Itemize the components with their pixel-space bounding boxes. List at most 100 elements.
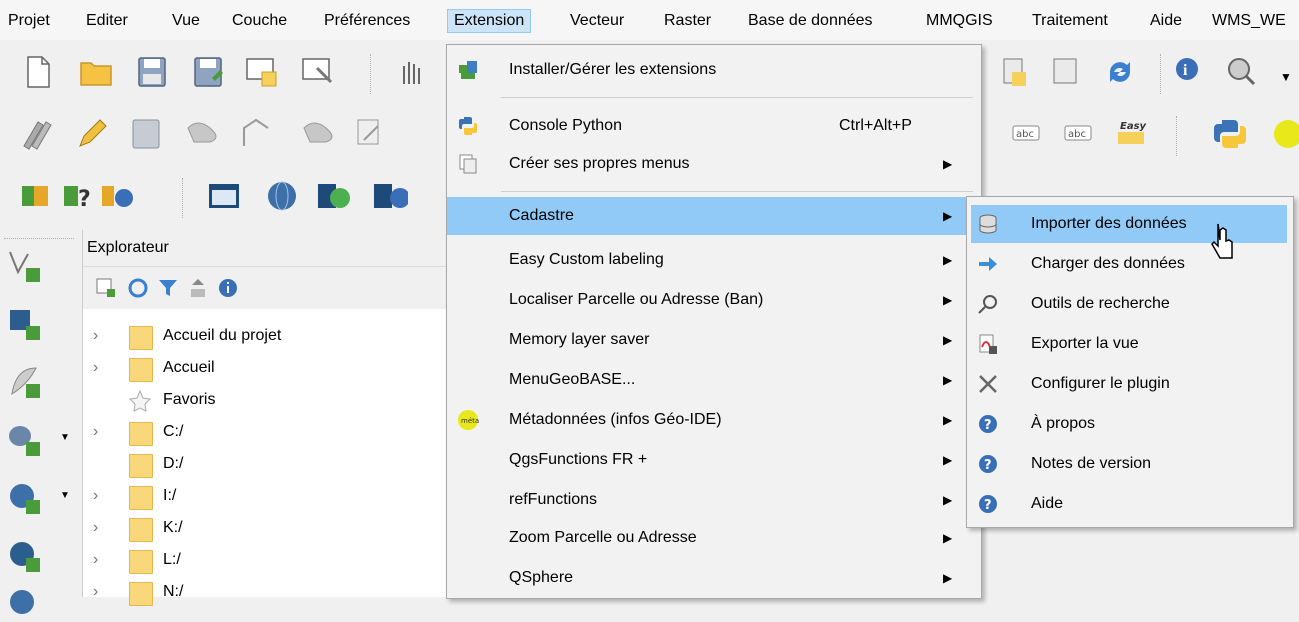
- globe-icon[interactable]: [264, 178, 300, 214]
- new-print-layout-icon[interactable]: [244, 54, 280, 90]
- label-tool-icon[interactable]: abc: [1010, 116, 1046, 152]
- menu-projet[interactable]: Projet: [8, 10, 50, 32]
- chevron-down-icon[interactable]: ▼: [1280, 70, 1292, 84]
- menu-item-easy-custom-labeling[interactable]: Easy Custom labeling ▶: [447, 241, 979, 279]
- filter-icon[interactable]: [157, 277, 179, 299]
- submenu-item-charger-des-données[interactable]: Charger des données: [971, 245, 1287, 283]
- submenu-item-à-propos[interactable]: ? À propos: [971, 405, 1287, 443]
- chevron-right-icon[interactable]: ›: [93, 544, 98, 576]
- menu-item-reffunctions[interactable]: refFunctions ▶: [447, 481, 979, 519]
- menu-item-memory-layer-saver[interactable]: Memory layer saver ▶: [447, 321, 979, 359]
- easy-label-icon[interactable]: Easy: [1114, 116, 1150, 152]
- menu-editer[interactable]: Editer: [86, 10, 128, 32]
- info-tool-icon[interactable]: i: [1172, 54, 1208, 90]
- add-wms-layer-icon[interactable]: [6, 480, 46, 516]
- map-tips-icon[interactable]: [1050, 54, 1086, 90]
- menu-traitement[interactable]: Traitement: [1032, 10, 1108, 32]
- tree-item[interactable]: Favoris: [83, 384, 449, 416]
- tree-item[interactable]: › Accueil: [83, 352, 449, 384]
- tree-item[interactable]: › L:/: [83, 544, 449, 576]
- table-icon[interactable]: [206, 178, 242, 214]
- pencil-icon[interactable]: [72, 116, 108, 152]
- vertex-tool-icon[interactable]: [238, 116, 274, 152]
- menu-item-qsphere[interactable]: QSphere ▶: [447, 559, 979, 597]
- refresh-icon[interactable]: [1102, 54, 1138, 90]
- menu-item-cr-er-ses-propres-menus[interactable]: Créer ses propres menus ▶: [447, 145, 979, 183]
- menu-item-cadastre[interactable]: Cadastre ▶: [447, 197, 979, 235]
- menu-mmqgis[interactable]: MMQGIS: [926, 10, 993, 32]
- plugin-info-icon[interactable]: [100, 178, 136, 214]
- add-wfs-layer-icon[interactable]: [6, 538, 46, 574]
- chevron-right-icon[interactable]: ›: [93, 480, 98, 512]
- chevron-right-icon[interactable]: ›: [93, 416, 98, 448]
- add-wcs-layer-icon[interactable]: [6, 586, 46, 622]
- edit-tools-icon[interactable]: [18, 116, 54, 152]
- identify-icon[interactable]: [1000, 54, 1036, 90]
- chevron-right-icon[interactable]: ›: [93, 576, 98, 608]
- submenu-arrow-icon: ▶: [943, 293, 953, 307]
- move-feature-icon[interactable]: [300, 116, 336, 152]
- submenu-item-aide[interactable]: ? Aide: [971, 485, 1287, 523]
- menu-item-menugeobase[interactable]: MenuGeoBASE... ▶: [447, 361, 979, 399]
- info-icon[interactable]: [217, 277, 239, 299]
- save-edits-icon[interactable]: [128, 116, 164, 152]
- menu-couche[interactable]: Couche: [232, 10, 287, 32]
- save-as-icon[interactable]: [190, 54, 226, 90]
- menu-item-qgsfunctions-fr[interactable]: QgsFunctions FR + ▶: [447, 441, 979, 479]
- submenu-item-label: Notes de version: [1031, 455, 1152, 472]
- python-console-icon[interactable]: [1212, 116, 1248, 152]
- pan-map-icon[interactable]: [392, 54, 428, 90]
- plugin-icon[interactable]: [20, 178, 56, 214]
- menu-vecteur[interactable]: Vecteur: [570, 10, 624, 32]
- refresh-icon[interactable]: [127, 277, 149, 299]
- new-project-icon[interactable]: [20, 54, 56, 90]
- layout-manager-icon[interactable]: [300, 54, 336, 90]
- delete-selected-icon[interactable]: [354, 116, 390, 152]
- menu-pr-f-rences[interactable]: Préférences: [324, 10, 410, 32]
- check-layer-icon[interactable]: [316, 178, 352, 214]
- submenu-item-label: Outils de recherche: [1031, 295, 1170, 312]
- menu-extension[interactable]: Extension: [447, 9, 532, 33]
- menu-vue[interactable]: Vue: [172, 10, 200, 32]
- tree-item[interactable]: › N:/: [83, 576, 449, 608]
- plugin-help-icon[interactable]: ?: [62, 178, 98, 214]
- menu-item-zoom-parcelle-ou-adresse[interactable]: Zoom Parcelle ou Adresse ▶: [447, 519, 979, 557]
- menu-item-label: Zoom Parcelle ou Adresse: [509, 529, 697, 546]
- tree-item[interactable]: › Accueil du projet: [83, 320, 449, 352]
- search-tool-icon[interactable]: [1224, 54, 1260, 90]
- chevron-right-icon[interactable]: ›: [93, 320, 98, 352]
- menu-wms-we[interactable]: WMS_WE: [1212, 10, 1286, 32]
- submenu-item-exporter-la-vue[interactable]: Exporter la vue: [971, 325, 1287, 363]
- tree-item[interactable]: D:/: [83, 448, 449, 480]
- tree-item[interactable]: › I:/: [83, 480, 449, 512]
- add-vector-layer-icon[interactable]: [6, 248, 46, 284]
- add-selected-layer-icon[interactable]: [95, 277, 117, 299]
- open-project-icon[interactable]: [78, 54, 114, 90]
- tree-item[interactable]: › K:/: [83, 512, 449, 544]
- submenu-item-importer-des-données[interactable]: Importer des données: [971, 205, 1287, 243]
- submenu-item-outils-de-recherche[interactable]: Outils de recherche: [971, 285, 1287, 323]
- collapse-all-icon[interactable]: [187, 277, 209, 299]
- menu-base-de-donn-es[interactable]: Base de données: [748, 10, 873, 32]
- add-feature-icon[interactable]: [184, 116, 220, 152]
- submenu-item-notes-de-version[interactable]: ? Notes de version: [971, 445, 1287, 483]
- menu-raster[interactable]: Raster: [664, 10, 711, 32]
- menu-item-console-python[interactable]: Console Python Ctrl+Alt+P: [447, 107, 979, 145]
- add-raster-layer-icon[interactable]: [6, 306, 46, 342]
- layer-help-icon[interactable]: [372, 178, 408, 214]
- chevron-right-icon[interactable]: ›: [93, 512, 98, 544]
- save-project-icon[interactable]: [134, 54, 170, 90]
- menu-item-m-tadonn-es-infos-g-o-ide[interactable]: méta Métadonnées (infos Géo-IDE) ▶: [447, 401, 979, 439]
- chevron-down-icon[interactable]: ▼: [60, 432, 70, 443]
- menu-aide[interactable]: Aide: [1150, 10, 1182, 32]
- submenu-item-configurer-le-plugin[interactable]: Configurer le plugin: [971, 365, 1287, 403]
- chevron-right-icon[interactable]: ›: [93, 352, 98, 384]
- metadata-icon[interactable]: [1266, 116, 1299, 152]
- add-delimited-text-icon[interactable]: [6, 364, 46, 400]
- menu-item-localiser-parcelle-ou-adresse-ban[interactable]: Localiser Parcelle ou Adresse (Ban) ▶: [447, 281, 979, 319]
- label-rotate-icon[interactable]: abc: [1062, 116, 1098, 152]
- chevron-down-icon[interactable]: ▼: [60, 490, 70, 501]
- menu-item-installer-g-rer-les-extensions[interactable]: Installer/Gérer les extensions: [447, 51, 979, 89]
- tree-item[interactable]: › C:/: [83, 416, 449, 448]
- add-postgis-layer-icon[interactable]: [6, 422, 46, 458]
